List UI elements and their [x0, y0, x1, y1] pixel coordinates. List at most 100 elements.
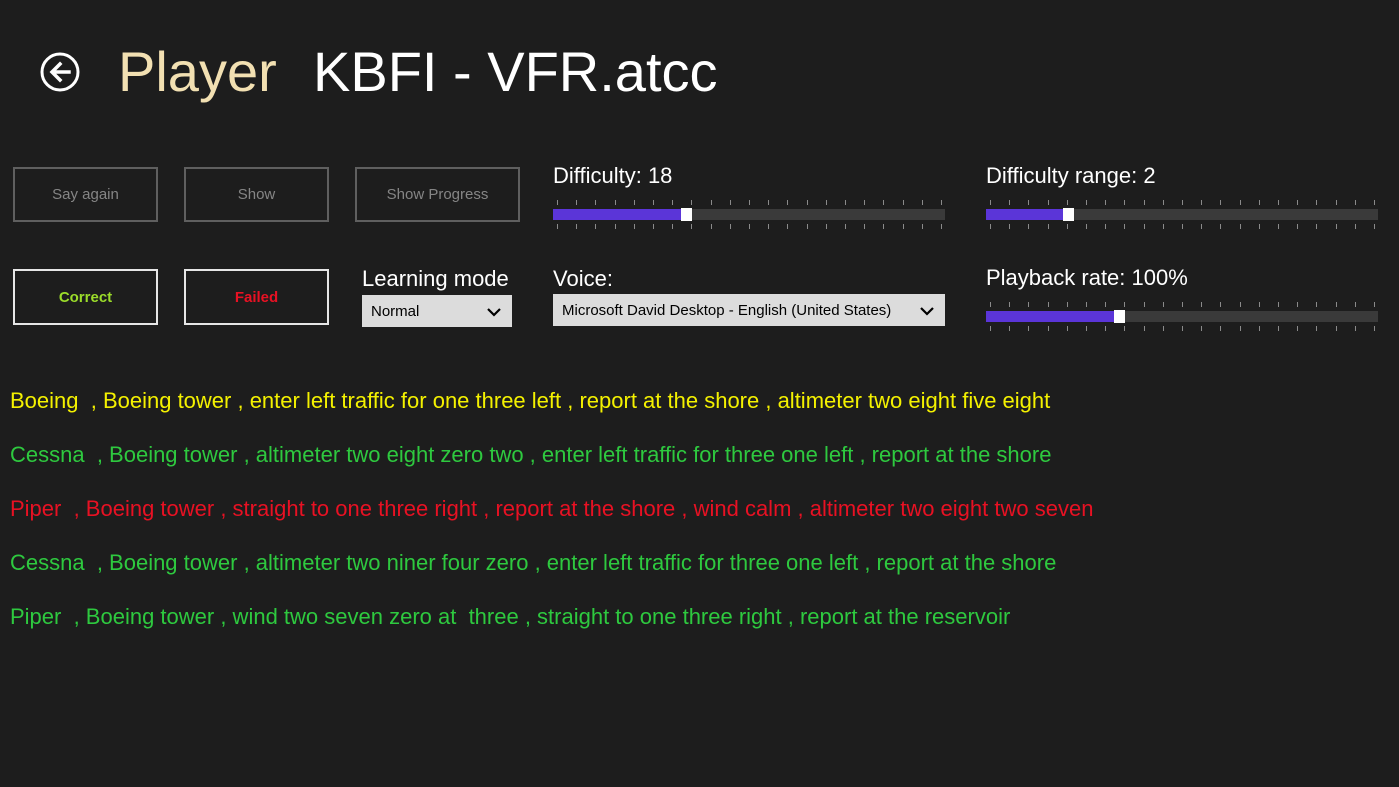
- slider-tick: [787, 224, 789, 229]
- slider-tick: [1297, 302, 1299, 307]
- learning-mode-label: Learning mode: [362, 266, 509, 291]
- transcript-line: Boeing , Boeing tower , enter left traff…: [10, 388, 1051, 413]
- slider-thumb[interactable]: [1114, 310, 1126, 323]
- slider-tick: [1066, 200, 1068, 205]
- slider-tick: [921, 224, 923, 229]
- slider-fill: [553, 209, 687, 220]
- slider-tick: [1124, 224, 1126, 229]
- slider-tick: [1086, 224, 1087, 229]
- slider-thumb[interactable]: [681, 208, 693, 221]
- slider-tick: [1201, 326, 1203, 331]
- chevron-down-icon: [487, 308, 501, 317]
- slider-tick: [633, 224, 635, 229]
- slider-tick: [653, 200, 654, 205]
- slider-tick: [1258, 224, 1260, 229]
- slider-tick: [710, 200, 712, 205]
- slider-tick: [1354, 224, 1356, 229]
- difficulty-slider[interactable]: [553, 200, 945, 230]
- slider-tick: [1143, 200, 1145, 205]
- slider-tick: [691, 200, 693, 205]
- slider-tick: [1278, 200, 1279, 205]
- slider-tick: [1086, 302, 1087, 307]
- slider-tick: [729, 224, 731, 229]
- slider-tick: [710, 224, 712, 229]
- slider-tick: [1009, 224, 1011, 229]
- slider-tick: [557, 224, 558, 229]
- slider-tick: [1316, 326, 1318, 331]
- slider-tick: [1354, 302, 1356, 307]
- difficulty-label: Difficulty: 18: [553, 163, 673, 188]
- slider-tick: [1182, 200, 1183, 205]
- slider-tick: [1239, 224, 1241, 229]
- slider-tick: [1143, 302, 1145, 307]
- slider-tick: [883, 224, 885, 229]
- slider-tick: [1086, 200, 1087, 205]
- slider-tick: [864, 200, 866, 205]
- slider-tick: [1162, 224, 1164, 229]
- playback-rate-slider[interactable]: [986, 302, 1378, 332]
- slider-tick: [990, 200, 991, 205]
- slider-tick: [1316, 302, 1318, 307]
- show-button[interactable]: Show: [184, 167, 329, 222]
- slider-tick: [845, 224, 846, 229]
- slider-tick: [941, 224, 942, 229]
- transcript-line: Cessna , Boeing tower , altimeter two ei…: [10, 442, 1052, 467]
- slider-tick: [1335, 326, 1337, 331]
- back-button[interactable]: [40, 52, 80, 92]
- difficulty-range-slider[interactable]: [986, 200, 1378, 230]
- slider-tick: [768, 224, 770, 229]
- slider-tick: [1182, 302, 1183, 307]
- say-again-button[interactable]: Say again: [13, 167, 158, 222]
- slider-tick: [1335, 302, 1337, 307]
- page-title: Player: [118, 40, 277, 103]
- voice-select[interactable]: Microsoft David Desktop - English (Unite…: [553, 294, 945, 326]
- slider-tick: [1162, 200, 1164, 205]
- slider-tick: [1047, 302, 1049, 307]
- slider-tick: [1239, 326, 1241, 331]
- slider-tick: [902, 200, 904, 205]
- slider-tick: [1316, 224, 1318, 229]
- slider-tick: [1201, 224, 1203, 229]
- slider-tick: [1105, 326, 1107, 331]
- show-progress-button[interactable]: Show Progress: [355, 167, 520, 222]
- slider-tick: [1239, 200, 1241, 205]
- slider-tick: [787, 200, 789, 205]
- slider-tick: [825, 200, 827, 205]
- slider-tick: [1028, 302, 1030, 307]
- slider-tick: [1354, 200, 1356, 205]
- slider-tick: [576, 200, 578, 205]
- slider-thumb[interactable]: [1063, 208, 1075, 221]
- back-arrow-icon: [40, 52, 80, 92]
- slider-tick: [1354, 326, 1356, 331]
- slider-tick: [1258, 302, 1260, 307]
- slider-tick: [1220, 326, 1222, 331]
- correct-button[interactable]: Correct: [13, 269, 158, 325]
- slider-tick: [1374, 200, 1375, 205]
- slider-tick: [1335, 200, 1337, 205]
- slider-tick: [806, 224, 808, 229]
- learning-mode-select[interactable]: Normal: [362, 295, 512, 327]
- slider-tick: [1297, 224, 1299, 229]
- slider-tick: [883, 200, 885, 205]
- slider-tick: [614, 200, 616, 205]
- slider-tick: [1316, 200, 1318, 205]
- slider-tick: [672, 200, 674, 205]
- chevron-down-icon: [920, 307, 934, 316]
- slider-tick: [1162, 326, 1164, 331]
- failed-button[interactable]: Failed: [184, 269, 329, 325]
- slider-tick: [1086, 326, 1087, 331]
- slider-tick: [990, 224, 991, 229]
- file-name-title: KBFI - VFR.atcc: [313, 40, 718, 103]
- slider-tick: [1105, 200, 1107, 205]
- slider-tick: [1201, 200, 1203, 205]
- transcript-line: Cessna , Boeing tower , altimeter two ni…: [10, 550, 1057, 575]
- slider-tick: [1239, 302, 1241, 307]
- difficulty-range-label: Difficulty range: 2: [986, 163, 1156, 188]
- slider-tick: [1124, 200, 1126, 205]
- slider-tick: [864, 224, 866, 229]
- transcript-list: Boeing , Boeing tower , enter left traff…: [10, 374, 1093, 644]
- slider-tick: [1143, 224, 1145, 229]
- slider-tick: [806, 200, 808, 205]
- slider-tick: [1278, 326, 1279, 331]
- slider-tick: [672, 224, 674, 229]
